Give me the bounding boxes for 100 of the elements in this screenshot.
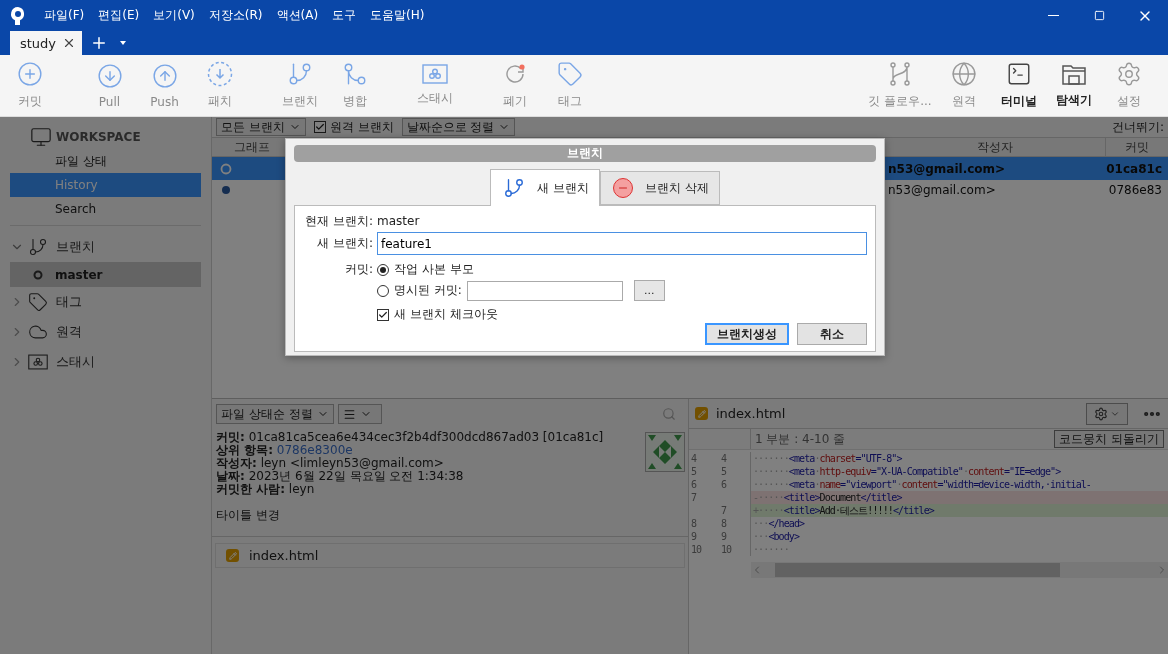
- folder-icon: [1060, 62, 1087, 86]
- menu-item[interactable]: 파일(F): [44, 7, 85, 24]
- commit-button[interactable]: 커밋: [2, 57, 57, 114]
- diff-line: 8 8 ···</head>: [689, 517, 806, 530]
- commit-detail-line: 작성자: leyn <limleyn53@gmail.com>: [216, 457, 445, 470]
- monitor-icon: [30, 126, 52, 148]
- current-branch-value: master: [377, 214, 421, 228]
- menu-item[interactable]: 액션(A): [276, 7, 319, 24]
- plus-circle-icon: [16, 61, 43, 87]
- dialog-tab[interactable]: 새 브랜치: [490, 169, 600, 206]
- radio-button[interactable]: [377, 263, 389, 276]
- graph-node-icon: [219, 161, 233, 176]
- dialog-title: 브랜치: [294, 145, 876, 162]
- option-label[interactable]: 명시된 커밋:: [394, 282, 462, 299]
- section-heading[interactable]: 원격: [56, 323, 82, 341]
- column-header[interactable]: 커밋: [1106, 138, 1168, 156]
- settings-icon: [1115, 61, 1142, 87]
- terminal-button[interactable]: 터미널: [991, 57, 1046, 114]
- stash-button[interactable]: 스태시: [407, 57, 462, 114]
- jump-label: 건너뛰기:: [1111, 118, 1164, 136]
- sidebar-item[interactable]: History: [10, 173, 201, 197]
- tag-icon: [556, 61, 583, 87]
- list-icon: [342, 407, 356, 421]
- diff-line: 6 6 ·······<meta·name="viewport"·content="width=device-width,·initial-: [689, 478, 1092, 491]
- branch-button[interactable]: 브랜치: [272, 57, 327, 114]
- menu-item[interactable]: 보기(V): [153, 7, 195, 24]
- patch-button[interactable]: 패치: [192, 57, 247, 114]
- diff-line: 10 10 ·······: [689, 543, 790, 556]
- checkbox[interactable]: [313, 121, 326, 133]
- minimize-icon: [1047, 15, 1059, 16]
- branch-name-field[interactable]: feature1: [377, 232, 867, 255]
- sidebar-item[interactable]: 파일 상태: [10, 149, 201, 173]
- explorer-button[interactable]: 탐색기: [1046, 57, 1101, 114]
- create-branch-button[interactable]: 브랜치생성: [705, 323, 789, 345]
- section-heading[interactable]: 스태시: [56, 353, 95, 371]
- diff-line: 9 9 ···<body>: [689, 530, 801, 543]
- cancel-button[interactable]: 취소: [797, 323, 867, 345]
- commit-detail-line: 커밋한 사람: leyn: [216, 483, 316, 496]
- sidebar-item[interactable]: Search: [10, 197, 201, 221]
- table-cell-text: 01ca81c: [1106, 161, 1163, 176]
- check-icon: [378, 309, 388, 320]
- settings-dropdown[interactable]: [1086, 402, 1128, 425]
- checkbox-label[interactable]: 새 브랜치 체크아웃: [394, 306, 498, 323]
- diff-line: 4 4 ·······<meta·charset="UTF-8">: [689, 452, 903, 465]
- workspace-heading: WORKSPACE: [56, 130, 141, 144]
- menu-item[interactable]: 도움말(H): [370, 7, 425, 24]
- field-label: 커밋:: [343, 261, 373, 278]
- branch-item[interactable]: master: [10, 262, 201, 287]
- commit-field[interactable]: [466, 280, 623, 301]
- avatar-icon: [645, 432, 685, 472]
- radio-button[interactable]: [377, 284, 389, 297]
- branch-icon: [28, 237, 48, 257]
- option-label[interactable]: 작업 사본 부모: [394, 261, 474, 278]
- section-heading[interactable]: 브랜치: [56, 238, 95, 256]
- maximize-icon: [1093, 10, 1105, 21]
- table-cell-text: n53@gmail.com>: [887, 161, 1007, 176]
- branch-icon: [503, 177, 526, 199]
- stash-icon: [421, 64, 448, 84]
- commit-detail-line: 커밋: 01ca81ca5cea6e434cec3f2b4df300dcd867ad03 [01ca81c]: [216, 431, 605, 444]
- section-heading[interactable]: 태그: [56, 293, 82, 311]
- app-logo: [10, 5, 26, 26]
- discard-button[interactable]: 폐기: [487, 57, 542, 114]
- settings-icon: [1094, 406, 1108, 421]
- check-icon: [314, 122, 325, 132]
- hunk-title: 1 부분 : 4-10 줄: [755, 430, 846, 448]
- checkout-checkbox[interactable]: [377, 308, 389, 321]
- repo-tab[interactable]: study: [10, 31, 83, 55]
- discard-hunk-button[interactable]: 코드뭉치 되돌리기: [1054, 430, 1164, 448]
- field-label: 새 브랜치:: [316, 235, 373, 252]
- field-label: 현재 브랜치:: [304, 212, 373, 230]
- file-sort-dropdown[interactable]: 파일 상태순 정렬: [216, 404, 334, 424]
- commit-message: 타이틀 변경: [216, 509, 281, 522]
- pull-button[interactable]: Pull: [82, 57, 137, 114]
- sort-dropdown[interactable]: 날짜순으로 정렬: [401, 118, 516, 136]
- commit-detail-line: 날짜: 2023년 6월 22일 목요일 오전 1:34:38: [216, 470, 465, 483]
- menu-item[interactable]: 저장소(R): [208, 7, 263, 24]
- view-mode-dropdown[interactable]: [337, 404, 382, 424]
- git-flow-icon: [887, 61, 913, 87]
- branch-filter-dropdown[interactable]: 모든 브랜치: [216, 118, 306, 136]
- commit-detail-line: 상위 항목: 0786e8300e: [216, 444, 353, 457]
- browse-button[interactable]: ...: [633, 280, 665, 301]
- table-cell-text: n53@gmail.com>: [887, 183, 997, 197]
- globe-icon: [950, 61, 977, 87]
- down-arrow-circle-icon: [96, 62, 123, 89]
- up-arrow-circle-icon: [151, 62, 178, 89]
- stash-icon: [28, 354, 48, 370]
- graph-node-icon: [219, 183, 233, 197]
- checkbox-label[interactable]: 원격 브랜치: [329, 118, 394, 136]
- diff-line: 5 5 ·······<meta·http-equiv="X-UA-Compatible"·content="IE=edge">: [689, 465, 1062, 478]
- tag-button[interactable]: 태그: [542, 57, 597, 114]
- merge-button[interactable]: 병합: [327, 57, 382, 114]
- circle-icon: [33, 269, 43, 280]
- tag-icon: [28, 292, 48, 312]
- table-cell-text: 0786e83: [1107, 183, 1163, 197]
- menu-item[interactable]: 편집(E): [98, 7, 140, 24]
- diff-file-name: index.html: [716, 406, 786, 421]
- dialog-tab[interactable]: 브랜치 삭제: [600, 171, 720, 205]
- push-button[interactable]: Push: [137, 57, 192, 114]
- menu-item[interactable]: 도구: [332, 7, 357, 24]
- file-item[interactable]: index.html: [215, 543, 685, 568]
